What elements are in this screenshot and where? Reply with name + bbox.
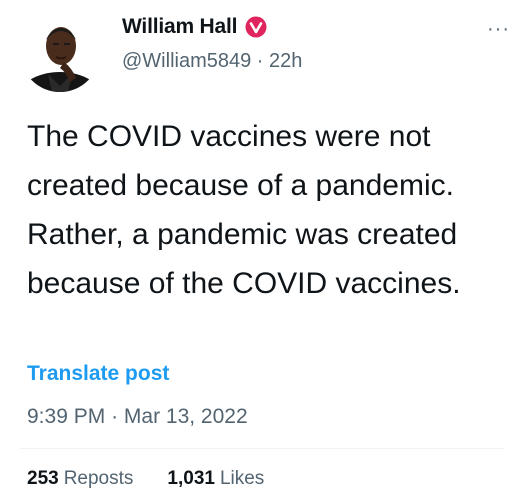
timestamp-separator: ·	[111, 405, 124, 428]
engagement-stats: 253 Reposts 1,031 Likes	[27, 468, 264, 490]
avatar[interactable]	[20, 12, 100, 92]
handle-separator: ·	[256, 50, 270, 72]
more-options-icon[interactable]: ···	[487, 18, 510, 41]
divider	[20, 448, 504, 449]
verified-badge-icon	[245, 16, 267, 38]
tweet-time: 9:39 PM	[27, 405, 106, 428]
reposts-stat[interactable]: 253 Reposts	[27, 468, 133, 490]
likes-stat[interactable]: 1,031 Likes	[167, 468, 264, 490]
tweet-text: The COVID vaccines were not created beca…	[27, 120, 461, 300]
translate-post-link[interactable]: Translate post	[27, 362, 169, 386]
likes-count: 1,031	[167, 468, 215, 489]
relative-time[interactable]: 22h	[269, 50, 302, 72]
author-display-name[interactable]: William Hall	[122, 15, 237, 39]
author-handle-row: @William5849 · 22h	[122, 50, 302, 73]
tweet-timestamp[interactable]: 9:39 PM · Mar 13, 2022	[27, 405, 248, 429]
profile-photo	[20, 12, 100, 92]
reposts-count: 253	[27, 468, 59, 489]
author-handle[interactable]: @William5849	[122, 50, 251, 72]
tweet-date: Mar 13, 2022	[123, 405, 248, 428]
author-name-row: William Hall	[122, 15, 267, 39]
likes-label: Likes	[219, 468, 265, 489]
reposts-label: Reposts	[63, 468, 134, 489]
